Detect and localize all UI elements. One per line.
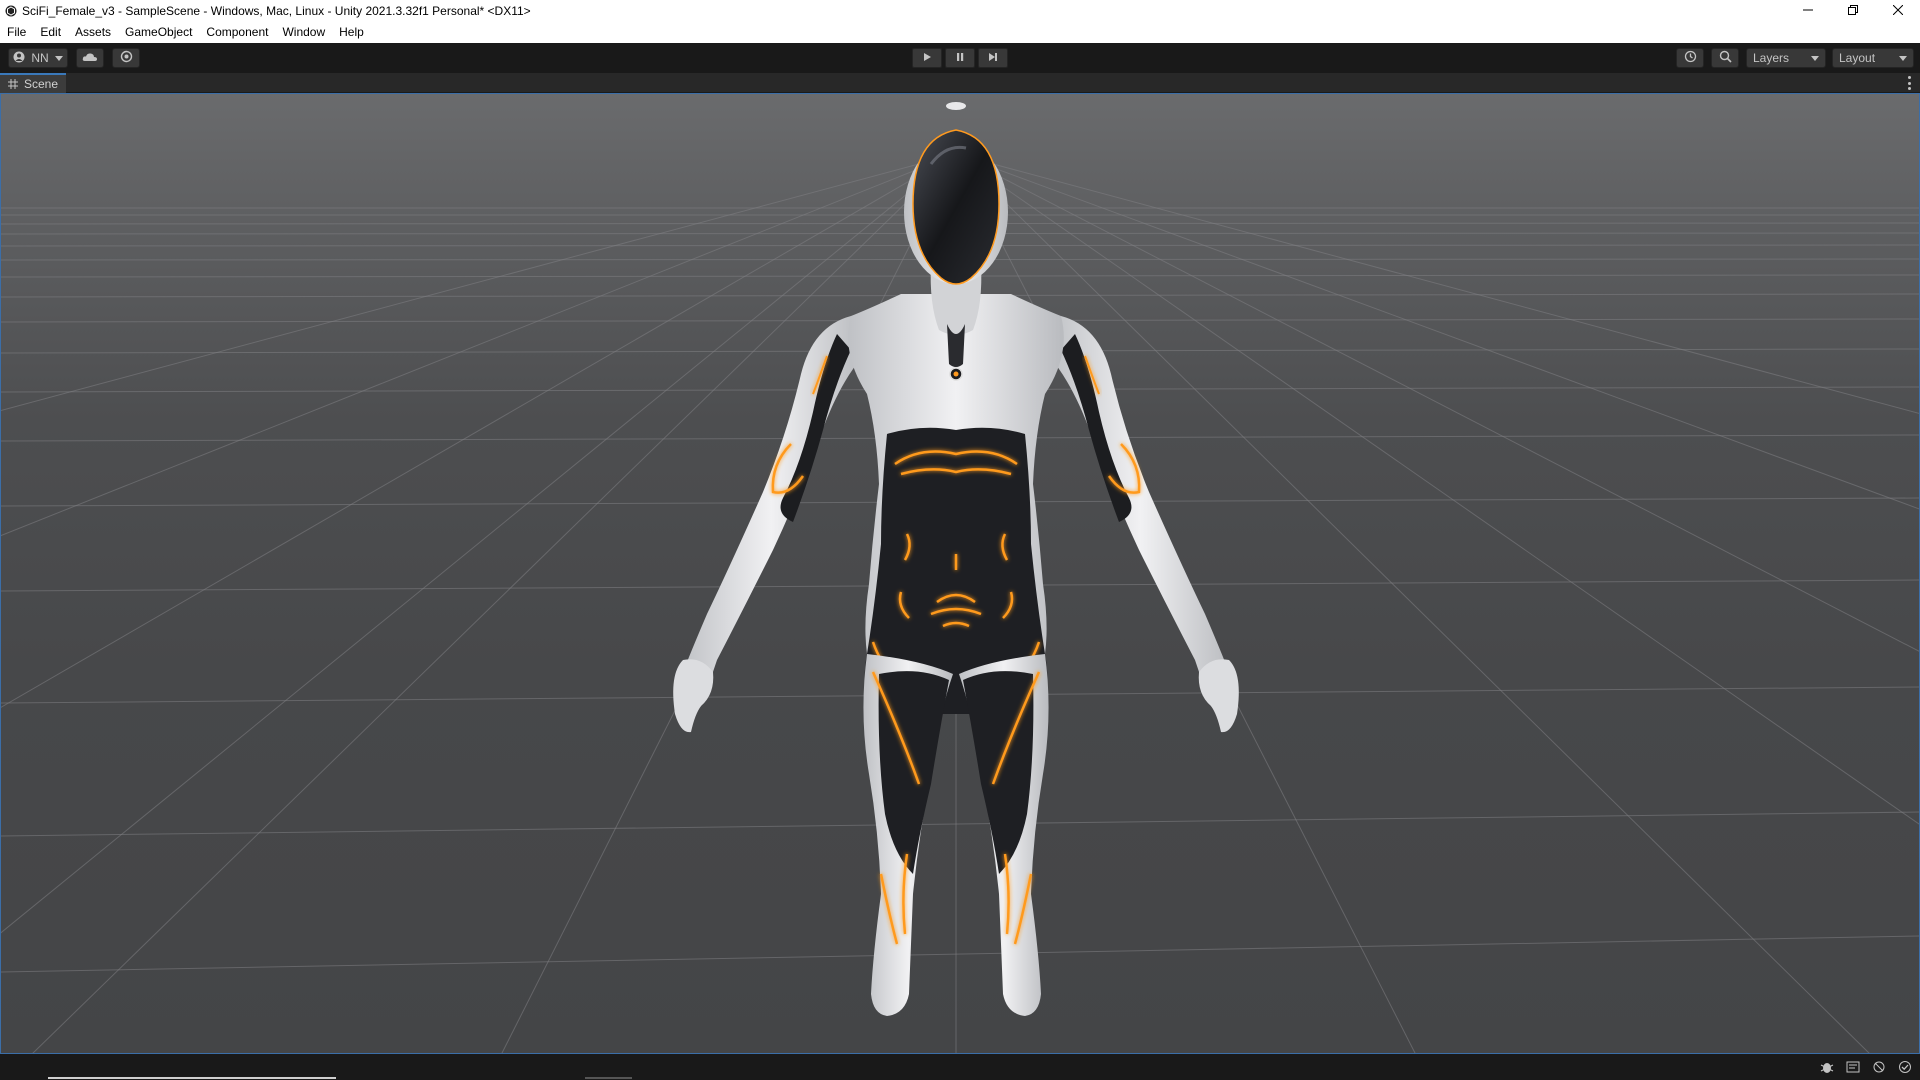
pause-button[interactable] — [945, 48, 975, 68]
search-button[interactable] — [1711, 48, 1739, 68]
layout-dropdown[interactable]: Layout — [1832, 48, 1914, 68]
debug-icon[interactable] — [1868, 1058, 1890, 1076]
account-label: NN — [31, 51, 49, 65]
tab-scene[interactable]: Scene — [0, 72, 67, 93]
play-icon — [922, 49, 932, 67]
menu-help[interactable]: Help — [332, 22, 371, 43]
menu-edit[interactable]: Edit — [33, 22, 68, 43]
close-button[interactable] — [1875, 0, 1920, 22]
status-divider — [585, 1077, 632, 1079]
scene-viewport[interactable] — [0, 93, 1920, 1054]
scifi-character-model[interactable] — [1, 94, 1920, 1054]
chevron-down-icon — [1811, 55, 1819, 61]
collab-icon — [120, 50, 133, 66]
step-icon — [988, 49, 998, 67]
chevron-down-icon — [1899, 55, 1907, 61]
restore-button[interactable] — [1830, 0, 1875, 22]
main-toolbar: NN Layers Layout — [0, 43, 1920, 73]
play-button[interactable] — [912, 48, 942, 68]
collab-button[interactable] — [112, 48, 140, 68]
menu-component[interactable]: Component — [199, 22, 275, 43]
menu-assets[interactable]: Assets — [68, 22, 118, 43]
chevron-down-icon — [55, 55, 63, 61]
scene-tab-bar: Scene — [0, 72, 1920, 93]
window-title: SciFi_Female_v3 - SampleScene - Windows,… — [22, 4, 531, 18]
bug-icon[interactable] — [1816, 1058, 1838, 1076]
restore-icon — [1847, 2, 1858, 20]
menu-window[interactable]: Window — [275, 22, 332, 43]
menu-gameobject[interactable]: GameObject — [118, 22, 199, 43]
minimize-icon — [1802, 2, 1813, 20]
undo-history-button[interactable] — [1676, 48, 1704, 68]
layout-label: Layout — [1839, 51, 1876, 65]
account-icon — [13, 51, 25, 66]
pause-icon — [955, 49, 965, 67]
status-bar — [0, 1054, 1920, 1080]
close-icon — [1892, 2, 1903, 20]
unity-logo-icon — [4, 4, 18, 18]
minimize-button[interactable] — [1785, 0, 1830, 22]
cloud-icon — [82, 51, 98, 65]
step-button[interactable] — [978, 48, 1008, 68]
cloud-button[interactable] — [76, 48, 104, 68]
scene-tab-label: Scene — [24, 76, 59, 91]
scene-hash-icon — [8, 78, 18, 89]
progress-bar — [48, 1077, 336, 1079]
console-icon[interactable] — [1842, 1058, 1864, 1076]
checkmark-icon[interactable] — [1894, 1058, 1916, 1076]
menu-bar: File Edit Assets GameObject Component Wi… — [0, 22, 1920, 43]
menu-file[interactable]: File — [0, 22, 33, 43]
kebab-menu-icon[interactable] — [1906, 76, 1912, 90]
layers-dropdown[interactable]: Layers — [1746, 48, 1826, 68]
history-icon — [1684, 50, 1697, 66]
title-bar: SciFi_Female_v3 - SampleScene - Windows,… — [0, 0, 1920, 22]
search-icon — [1719, 50, 1732, 66]
layers-label: Layers — [1753, 51, 1790, 65]
account-dropdown[interactable]: NN — [8, 48, 68, 68]
play-controls — [912, 48, 1011, 68]
